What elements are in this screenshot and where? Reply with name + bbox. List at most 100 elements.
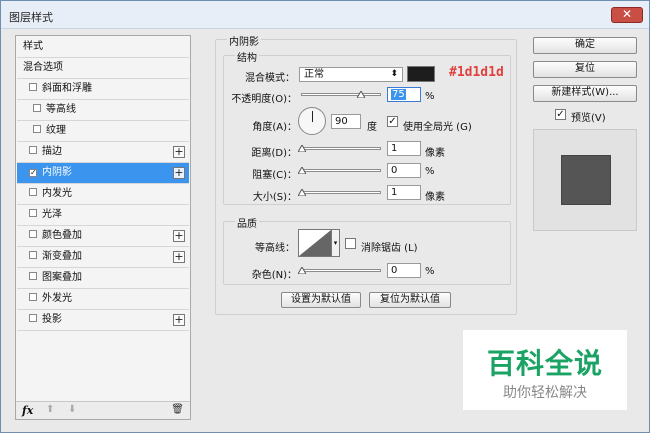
style-item-checkbox[interactable]: [33, 104, 41, 112]
style-item-label: 描边: [42, 146, 62, 157]
choke-slider[interactable]: [301, 169, 381, 172]
shadow-color-swatch[interactable]: [407, 66, 435, 82]
reset-default-button[interactable]: 复位为默认值: [369, 292, 451, 308]
add-effect-icon[interactable]: +: [173, 167, 185, 179]
distance-slider-thumb[interactable]: [298, 145, 306, 152]
add-effect-icon[interactable]: +: [173, 230, 185, 242]
style-item-3[interactable]: 等高线: [17, 100, 189, 121]
style-item-4[interactable]: 纹理: [17, 121, 189, 142]
style-item-label: 光泽: [42, 209, 62, 220]
size-slider[interactable]: [301, 191, 381, 194]
add-effect-icon[interactable]: +: [173, 146, 185, 158]
preview-label: 预览(V): [571, 113, 606, 124]
ok-button[interactable]: 确定: [533, 37, 637, 54]
style-item-9[interactable]: 颜色叠加 +: [17, 226, 189, 247]
style-item-checkbox[interactable]: [29, 272, 37, 280]
style-item-0[interactable]: 样式: [17, 37, 189, 58]
choke-slider-thumb[interactable]: [298, 167, 306, 174]
quality-title: 品质: [235, 215, 259, 230]
style-item-checkbox[interactable]: [29, 83, 37, 91]
inner-shadow-title: 内阴影: [227, 33, 261, 48]
style-item-11[interactable]: 图案叠加: [17, 268, 189, 289]
angle-label: 角度(A)：: [252, 122, 297, 133]
contour-label: 等高线：: [255, 243, 295, 254]
style-item-checkbox[interactable]: ✓: [29, 169, 37, 177]
style-item-label: 颜色叠加: [42, 230, 82, 241]
noise-slider[interactable]: [301, 269, 381, 272]
trash-icon[interactable]: 🗑: [171, 404, 184, 415]
style-item-12[interactable]: 外发光: [17, 289, 189, 310]
style-item-checkbox[interactable]: [29, 146, 37, 154]
blend-mode-select[interactable]: 正常 ⬍: [299, 67, 403, 82]
watermark-title: 百科全说: [486, 347, 603, 380]
style-item-8[interactable]: 光泽: [17, 205, 189, 226]
watermark-logo: 百科全说 助你轻松解决: [463, 330, 627, 410]
watermark-subtitle: 助你轻松解决: [503, 385, 587, 401]
style-item-checkbox[interactable]: [29, 293, 37, 301]
style-item-7[interactable]: 内发光: [17, 184, 189, 205]
preview-pane: [533, 129, 637, 231]
style-item-6[interactable]: ✓ 内阴影 +: [17, 163, 189, 184]
opacity-slider[interactable]: [301, 93, 381, 96]
opacity-input[interactable]: 75: [387, 87, 421, 102]
dialog-title: 图层样式: [9, 11, 53, 24]
move-down-icon[interactable]: ⬇: [68, 404, 76, 415]
size-input[interactable]: 1: [387, 185, 421, 200]
style-item-label: 图案叠加: [42, 272, 82, 283]
contour-curve-icon: [299, 230, 331, 256]
title-bar: 图层样式 ✕: [1, 1, 649, 29]
noise-unit: %: [425, 266, 435, 277]
choke-input[interactable]: 0: [387, 163, 421, 178]
styles-list: 样式 混合选项 斜面和浮雕 等高线 纹理 描边 + ✓ 内阴影 + 内发光 光泽 颜色叠加 + 渐变叠加 + 图…: [17, 37, 189, 331]
style-item-checkbox[interactable]: [29, 230, 37, 238]
noise-value: 0: [391, 265, 398, 276]
style-item-checkbox[interactable]: [29, 188, 37, 196]
style-item-13[interactable]: 投影 +: [17, 310, 189, 331]
style-item-label: 等高线: [46, 104, 76, 115]
noise-slider-thumb[interactable]: [298, 267, 306, 274]
distance-value: 1: [391, 143, 398, 154]
style-item-5[interactable]: 描边 +: [17, 142, 189, 163]
reset-button[interactable]: 复位: [533, 61, 637, 78]
style-item-label: 投影: [42, 314, 62, 325]
distance-input[interactable]: 1: [387, 141, 421, 156]
style-item-10[interactable]: 渐变叠加 +: [17, 247, 189, 268]
styles-list-footer: fx ⬆ ⬇ 🗑: [16, 401, 190, 419]
choke-label: 阻塞(C)：: [252, 170, 297, 181]
distance-slider[interactable]: [301, 147, 381, 150]
styles-list-panel: 样式 混合选项 斜面和浮雕 等高线 纹理 描边 + ✓ 内阴影 + 内发光 光泽 颜色叠加 + 渐变叠加 + 图…: [15, 35, 191, 420]
size-unit: 像素: [425, 192, 445, 203]
preview-checkbox[interactable]: ✓: [555, 109, 566, 120]
style-item-label: 内发光: [42, 188, 72, 199]
move-up-icon[interactable]: ⬆: [46, 404, 54, 415]
angle-input[interactable]: 90: [331, 114, 361, 129]
blend-mode-value: 正常: [304, 69, 324, 80]
style-item-label: 样式: [23, 41, 43, 52]
use-global-light-checkbox[interactable]: ✓: [387, 116, 398, 127]
add-effect-icon[interactable]: +: [173, 314, 185, 326]
add-effect-icon[interactable]: +: [173, 251, 185, 263]
style-item-1[interactable]: 混合选项: [17, 58, 189, 79]
size-slider-thumb[interactable]: [298, 189, 306, 196]
make-default-button[interactable]: 设置为默认值: [281, 292, 361, 308]
style-item-checkbox[interactable]: [29, 209, 37, 217]
opacity-unit: %: [425, 91, 435, 102]
angle-unit: 度: [367, 122, 377, 133]
blend-mode-label: 混合模式：: [245, 73, 295, 84]
new-style-button[interactable]: 新建样式(W)...: [533, 85, 637, 102]
angle-dial[interactable]: [298, 107, 326, 135]
style-item-checkbox[interactable]: [33, 125, 41, 133]
anti-alias-checkbox[interactable]: [345, 238, 356, 249]
close-button[interactable]: ✕: [611, 7, 643, 23]
structure-title: 结构: [235, 49, 259, 64]
style-item-checkbox[interactable]: [29, 314, 37, 322]
style-item-label: 内阴影: [42, 167, 72, 178]
style-item-2[interactable]: 斜面和浮雕: [17, 79, 189, 100]
preview-swatch: [561, 155, 611, 205]
opacity-slider-thumb[interactable]: [357, 91, 365, 98]
fx-icon[interactable]: fx: [22, 404, 33, 417]
noise-input[interactable]: 0: [387, 263, 421, 278]
style-item-checkbox[interactable]: [29, 251, 37, 259]
contour-dropdown[interactable]: ▾: [332, 229, 340, 257]
contour-preview[interactable]: [298, 229, 332, 257]
